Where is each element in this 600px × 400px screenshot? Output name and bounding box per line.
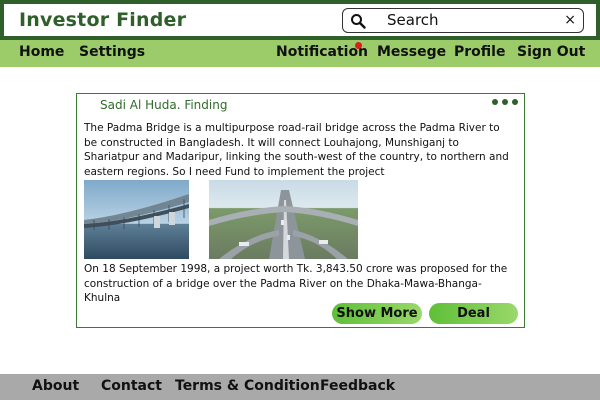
notification-dot <box>355 42 362 49</box>
header: Investor Finder Search × <box>0 0 600 40</box>
deal-button[interactable]: Deal <box>429 303 518 324</box>
show-more-button[interactable]: Show More <box>332 303 422 324</box>
nav-home[interactable]: Home <box>19 44 64 60</box>
footer-about[interactable]: About <box>32 378 79 394</box>
more-options-icon[interactable] <box>492 99 518 105</box>
footer-terms[interactable]: Terms & Condition <box>175 378 320 394</box>
bridge-photo-river <box>84 180 189 259</box>
nav-profile[interactable]: Profile <box>454 44 505 60</box>
nav-bar: Home Settings Notification Messege Profi… <box>0 40 600 67</box>
close-icon[interactable]: × <box>564 12 576 28</box>
nav-settings[interactable]: Settings <box>79 44 145 60</box>
footer-contact[interactable]: Contact <box>101 378 162 394</box>
search-input[interactable]: Search × <box>342 8 584 33</box>
app-title: Investor Finder <box>19 9 187 31</box>
footer: About Contact Terms & Condition Feedback <box>0 374 600 400</box>
nav-sign-out[interactable]: Sign Out <box>517 44 585 60</box>
bridge-photo-interchange <box>209 180 358 259</box>
post-note: On 18 September 1998, a project worth Tk… <box>84 263 508 304</box>
search-text[interactable]: Search <box>387 11 439 29</box>
post-card: Sadi Al Huda. Finding The Padma Bridge i… <box>76 93 525 328</box>
nav-message[interactable]: Messege <box>377 44 446 60</box>
search-icon[interactable] <box>350 13 366 29</box>
post-description: The Padma Bridge is a multipurpose road-… <box>84 122 509 178</box>
post-author[interactable]: Sadi Al Huda. Finding <box>100 98 227 112</box>
footer-feedback[interactable]: Feedback <box>320 378 395 394</box>
